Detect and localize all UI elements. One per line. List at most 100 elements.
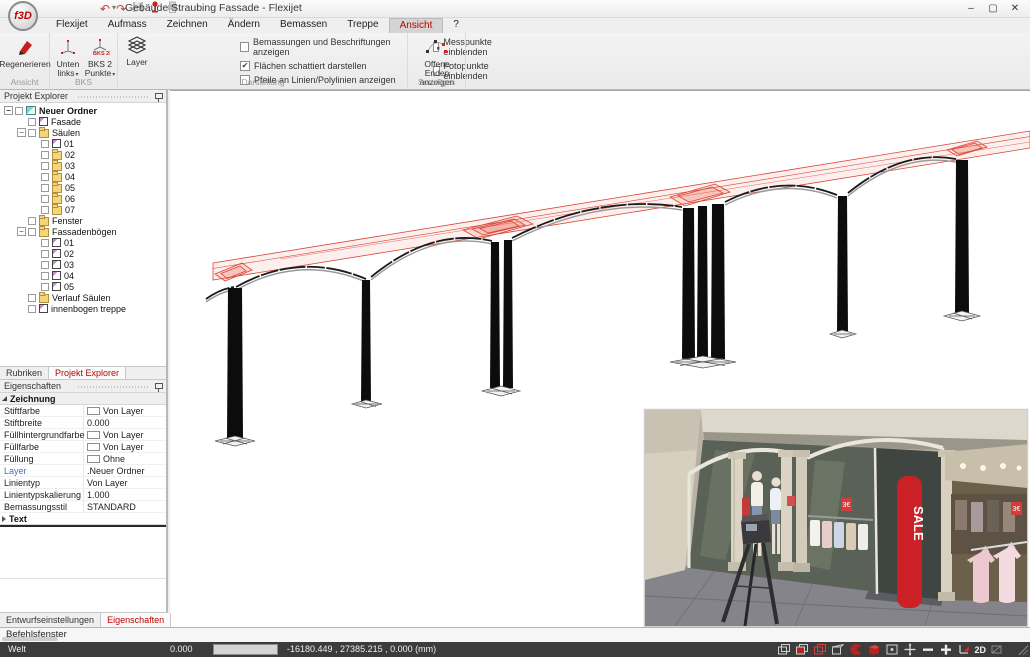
color-swatch[interactable] [87, 407, 100, 415]
prop-value[interactable]: Von Layer [103, 442, 144, 452]
zoom-out-icon[interactable] [920, 643, 935, 656]
minimize-button[interactable]: – [960, 0, 982, 16]
checkbox-flaechen-schattiert[interactable]: ✔ Flächen schattiert darstellen [240, 61, 407, 71]
tree-item[interactable]: 04 [0, 171, 166, 182]
prop-fuellfarbe[interactable]: FüllfarbeVon Layer [0, 441, 166, 453]
tree-item[interactable]: 04 [0, 270, 166, 281]
prop-value[interactable]: 1.000 [87, 490, 110, 500]
tree-checkbox[interactable] [28, 294, 36, 302]
prop-value[interactable]: 0.000 [87, 418, 110, 428]
tab-bemassen[interactable]: Bemassen [270, 18, 337, 33]
tree-item[interactable]: 06 [0, 193, 166, 204]
tab-treppe[interactable]: Treppe [337, 18, 388, 33]
tree-item[interactable]: 03 [0, 160, 166, 171]
prop-bemassungsstil[interactable]: BemassungsstilSTANDARD [0, 501, 166, 513]
tab-help[interactable]: ? [443, 18, 469, 33]
tab-entwurfseinstellungen[interactable]: Entwurfseinstellungen [0, 613, 100, 627]
tree-checkbox[interactable] [41, 239, 49, 247]
regenerieren-button[interactable]: Regenerieren [2, 36, 48, 69]
app-logo[interactable]: f3D [8, 1, 40, 31]
maximize-button[interactable]: ▢ [982, 0, 1004, 16]
tree-item[interactable]: 07 [0, 204, 166, 215]
prop-fuellung[interactable]: FüllungOhne [0, 453, 166, 465]
tree-item[interactable]: 02 [0, 149, 166, 160]
tree-item[interactable]: 05 [0, 182, 166, 193]
tree-item-neuer-ordner[interactable]: −Neuer Ordner [0, 105, 166, 116]
prop-linientypskalierung[interactable]: Linientypskalierung1.000 [0, 489, 166, 501]
shading-mode-icon[interactable] [848, 643, 863, 656]
tree-checkbox[interactable] [28, 228, 36, 236]
tree-checkbox[interactable] [28, 305, 36, 313]
view-cube-wire-icon[interactable] [776, 643, 791, 656]
prop-value[interactable]: .Neuer Ordner [87, 466, 145, 476]
tab-aufmass[interactable]: Aufmass [98, 18, 157, 33]
tree-item-verlauf-saeulen[interactable]: Verlauf Säulen [0, 292, 166, 303]
tab-projekt-explorer[interactable]: Projekt Explorer [48, 367, 126, 379]
tree-checkbox[interactable] [41, 250, 49, 258]
tree-item[interactable]: 01 [0, 138, 166, 149]
tree-checkbox[interactable] [41, 283, 49, 291]
color-swatch[interactable] [87, 431, 100, 439]
tree-checkbox[interactable] [41, 184, 49, 192]
tree-checkbox[interactable] [41, 261, 49, 269]
tree-item[interactable]: 01 [0, 237, 166, 248]
command-window[interactable]: Befehlsfenster [0, 627, 1030, 642]
tree-item-fassadenboegen[interactable]: −Fassadenbögen [0, 226, 166, 237]
tree-checkbox[interactable] [41, 162, 49, 170]
section-zeichnung[interactable]: Zeichnung [0, 393, 166, 405]
bks-2-punkte-button[interactable]: BKS 2P BKS 2 Punkte [84, 36, 116, 80]
tree-checkbox[interactable] [28, 118, 36, 126]
tree-checkbox[interactable] [41, 151, 49, 159]
view-cube-shaded-icon[interactable] [794, 643, 809, 656]
zoom-in-icon[interactable] [938, 643, 953, 656]
color-swatch[interactable] [87, 455, 100, 463]
section-text[interactable]: Text [0, 513, 166, 525]
tree-checkbox[interactable] [41, 206, 49, 214]
tree-checkbox[interactable] [41, 195, 49, 203]
expand-toggle[interactable]: − [17, 128, 26, 137]
pin-icon[interactable] [155, 92, 162, 101]
tab-eigenschaften[interactable]: Eigenschaften [100, 613, 171, 627]
tree-checkbox[interactable] [41, 140, 49, 148]
view-cube-edges-icon[interactable] [812, 643, 827, 656]
view-cube-hidden-icon[interactable] [830, 643, 845, 656]
prop-linientyp[interactable]: LinientypVon Layer [0, 477, 166, 489]
solid-view-icon[interactable] [866, 643, 881, 656]
tree-item-innenbogen-treppe[interactable]: innenbogen treppe [0, 303, 166, 314]
tree-item-fasade[interactable]: Fasade [0, 116, 166, 127]
status-progress-field[interactable] [213, 644, 278, 655]
resize-grip[interactable] [1018, 645, 1028, 655]
prop-value[interactable]: Von Layer [103, 406, 144, 416]
tree-checkbox[interactable] [41, 173, 49, 181]
tab-flexijet[interactable]: Flexijet [46, 18, 98, 33]
pin-icon[interactable] [155, 382, 162, 391]
pan-move-icon[interactable] [902, 643, 917, 656]
tree-item-fenster[interactable]: Fenster [0, 215, 166, 226]
drawing-mode-icon[interactable] [989, 643, 1004, 656]
tree-checkbox[interactable] [28, 129, 36, 137]
prop-value[interactable]: STANDARD [87, 502, 136, 512]
prop-value[interactable]: Von Layer [87, 478, 128, 488]
tree-item[interactable]: 03 [0, 259, 166, 270]
layer-button[interactable]: Layer [120, 34, 154, 67]
prop-stiftbreite[interactable]: Stiftbreite0.000 [0, 417, 166, 429]
close-button[interactable]: ✕ [1004, 0, 1026, 16]
view-mode-2d-toggle[interactable]: 2D [974, 645, 986, 655]
tab-aendern[interactable]: Ändern [218, 18, 270, 33]
expand-toggle[interactable]: − [17, 227, 26, 236]
tree-checkbox[interactable] [15, 107, 23, 115]
checkbox-bemassungen[interactable]: Bemassungen und Beschriftungen anzeigen [240, 37, 407, 57]
tree-item-saeulen[interactable]: −Säulen [0, 127, 166, 138]
expand-toggle[interactable]: − [4, 106, 13, 115]
tab-ansicht[interactable]: Ansicht [389, 18, 444, 33]
drawing-viewport[interactable]: SALE 3€ 3€ [170, 90, 1030, 627]
snap-axis-icon[interactable] [956, 643, 971, 656]
tab-rubriken[interactable]: Rubriken [0, 367, 48, 379]
coordinate-system-label[interactable]: Welt [8, 644, 26, 654]
tree-item[interactable]: 02 [0, 248, 166, 259]
prop-stiftfarbe[interactable]: StiftfarbeVon Layer [0, 405, 166, 417]
qat-customize-caret[interactable]: ▾ [112, 3, 116, 12]
prop-fuellhintergrundfarbe[interactable]: FüllhintergrundfarbeVon Layer [0, 429, 166, 441]
prop-layer[interactable]: Layer.Neuer Ordner [0, 465, 166, 477]
tab-zeichnen[interactable]: Zeichnen [157, 18, 218, 33]
